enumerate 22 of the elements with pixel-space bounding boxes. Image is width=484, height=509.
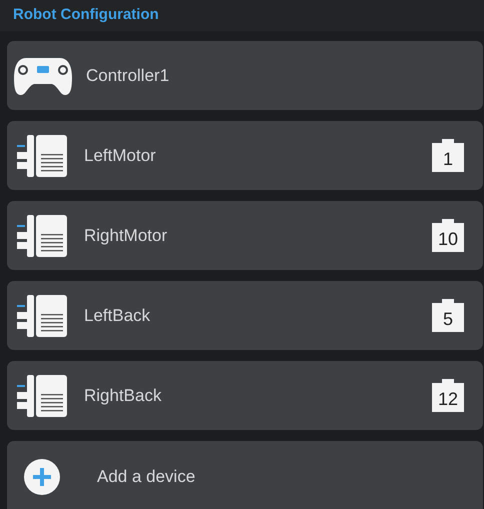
device-item[interactable]: RightBack 12 [7,361,483,430]
motor-icon [17,374,67,416]
device-item[interactable]: LeftBack 5 [7,281,483,350]
device-item[interactable]: LeftMotor 1 [7,121,483,190]
device-item[interactable]: RightMotor 10 [7,201,483,270]
port-badge: 1 [432,139,464,172]
port-badge: 10 [432,219,464,252]
plus-icon [24,459,60,495]
device-name: Controller1 [86,64,170,87]
device-item[interactable]: Controller1 [7,41,483,110]
gamepad-icon [14,56,72,96]
device-name: RightMotor [84,224,168,247]
device-name: LeftBack [84,304,150,327]
motor-icon [17,294,67,336]
motor-icon [17,214,67,256]
port-badge: 12 [432,379,464,412]
port-badge: 5 [432,299,464,332]
motor-icon [17,134,67,176]
panel-title: Robot Configuration [13,5,159,26]
device-name: LeftMotor [84,144,156,167]
add-device-button[interactable]: Add a device [7,441,483,509]
device-name: RightBack [84,384,162,407]
